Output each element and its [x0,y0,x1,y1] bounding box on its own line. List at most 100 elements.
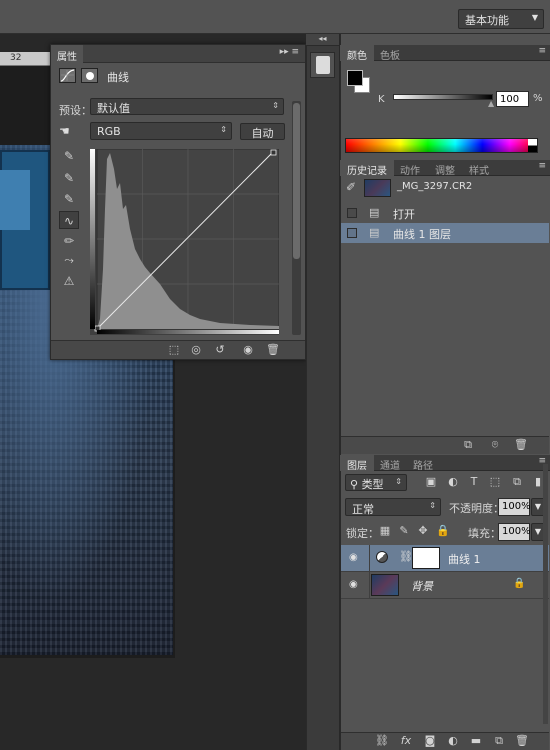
auto-button[interactable]: 自动 [240,123,285,140]
properties-scrollbar[interactable] [292,101,301,335]
tab-styles[interactable]: 样式 [462,160,496,177]
smart-object-filter-icon[interactable]: ⧉ [510,475,524,489]
k-channel-slider[interactable] [393,94,493,100]
blend-mode-select[interactable]: 正常 ⇕ [345,498,441,516]
adjustment-layer-filter-icon[interactable]: ◐ [446,475,460,489]
new-adjustment-layer-icon[interactable]: ◐ [444,734,462,749]
channel-select[interactable]: RGB ⇕ [90,122,232,140]
chevron-updown-icon: ⇕ [395,477,402,486]
pixel-layer-filter-icon[interactable]: ▣ [424,475,438,489]
gray-point-eyedropper-icon[interactable]: ✎ [59,169,79,187]
white-point-eyedropper-icon[interactable]: ✎ [59,190,79,208]
add-mask-icon[interactable]: ◙ [421,734,439,749]
layer-row-curves[interactable]: ◉ ⛓ 曲线 1 [341,545,549,572]
lock-icon: 🔒 [513,578,526,589]
layer-name[interactable]: 曲线 1 [448,551,481,567]
new-document-from-state-icon[interactable]: ⧉ [459,438,477,453]
search-icon: ⚲ [350,478,359,491]
smooth-curve-icon[interactable]: ⤳ [59,251,79,269]
curves-adjustment-icon[interactable] [59,68,76,83]
preset-label: 预设： [59,104,92,117]
visibility-eye-icon[interactable]: ◉ [239,343,257,358]
chevron-updown-icon: ⇕ [272,101,279,110]
history-checkbox[interactable] [347,208,357,218]
panel-menu-icon[interactable]: ≡ [538,161,546,171]
delete-trash-icon[interactable]: 🗑 [512,438,530,453]
preset-select[interactable]: 默认值 ⇕ [90,98,284,115]
snapshot-thumbnail[interactable] [364,179,391,197]
tab-channels[interactable]: 通道 [373,455,407,472]
input-gradient-bar [97,330,279,334]
history-item-label: 打开 [393,208,415,221]
slider-handle-icon[interactable]: ▲ [488,99,494,108]
panel-menu-icon[interactable]: ≡ [538,46,546,56]
type-layer-filter-icon[interactable]: T [467,475,481,489]
properties-dock-icon[interactable] [310,52,335,78]
lock-all-icon[interactable]: 🔒 [436,524,450,538]
lock-position-icon[interactable]: ✥ [417,524,429,538]
divider [369,545,370,572]
chevron-down-icon: ▼ [531,13,538,22]
layer-name[interactable]: 背景 [411,578,433,594]
view-previous-state-icon[interactable]: ◎ [187,343,205,358]
draw-curve-pencil-icon[interactable]: ✏ [59,232,79,250]
history-brush-icon[interactable]: ✐ [346,180,356,194]
tab-color[interactable]: 颜色 [340,45,374,62]
black-white-swatch[interactable] [528,139,537,152]
camera-snapshot-icon[interactable]: ⌾ [486,438,504,453]
fill-input[interactable]: 100% [498,523,531,541]
lock-transparent-pixels-icon[interactable]: ▦ [379,524,391,538]
clip-to-layer-icon[interactable]: ⬚ [165,343,183,358]
layer-mask-thumbnail[interactable] [412,547,440,569]
history-item[interactable]: ▤ 打开 [341,203,549,223]
layer-row-background[interactable]: ◉ 背景 🔒 [341,572,549,599]
layer-kind-filter[interactable]: ⚲ 类型 ⇕ [345,474,407,491]
curves-adjustment-icon[interactable] [376,551,388,563]
properties-tabbar: 属性 ▸▸ ≡ [51,45,305,63]
k-channel-input[interactable]: 100 [496,91,529,107]
history-footer: ⧉ ⌾ 🗑 [341,436,549,454]
edit-curve-points-icon[interactable]: ∿ [59,211,79,229]
link-layers-icon[interactable]: ⛓ [373,734,391,749]
link-chain-icon[interactable]: ⛓ [399,550,413,563]
layers-scrollbar[interactable] [543,464,548,724]
tab-swatches[interactable]: 色板 [373,45,407,62]
foreground-color-swatch[interactable] [347,70,363,86]
new-layer-icon[interactable]: ⧉ [490,734,508,749]
targeted-adjustment-hand-icon[interactable]: ☚ [59,124,79,140]
clipping-warning-icon[interactable]: ⚠ [59,272,79,290]
delete-trash-icon[interactable]: 🗑 [513,734,531,749]
tab-history[interactable]: 历史记录 [340,160,394,177]
new-group-folder-icon[interactable]: ▬ [467,734,485,749]
reset-icon[interactable]: ↺ [211,343,229,358]
preset-value: 默认值 [97,102,130,115]
history-panel-header: 历史记录 动作 调整 样式 ≡ [340,160,550,177]
channel-value: RGB [97,125,121,138]
horizontal-ruler: 32 [0,52,52,66]
expand-dock-icon[interactable]: ◂◂ [306,34,339,46]
delete-trash-icon[interactable]: 🗑 [264,343,282,358]
history-checkbox[interactable] [347,228,357,238]
tab-adjustments[interactable]: 调整 [428,160,462,177]
tab-layers[interactable]: 图层 [340,455,374,472]
snapshot-name[interactable]: _MG_3297.CR2 [397,181,472,192]
panel-menu-icon[interactable]: ▸▸ ≡ [280,47,299,57]
visibility-eye-icon[interactable]: ◉ [349,579,363,591]
opacity-input[interactable]: 100% [498,498,531,516]
tab-properties[interactable]: 属性 [51,45,83,63]
curves-graph[interactable] [90,149,279,335]
tab-actions[interactable]: 动作 [393,160,427,177]
layers-footer: ⛓ fx ◙ ◐ ▬ ⧉ 🗑 [341,732,549,750]
black-point-eyedropper-icon[interactable]: ✎ [59,147,79,165]
layer-mask-icon[interactable] [81,68,98,83]
tab-paths[interactable]: 路径 [406,455,440,472]
visibility-eye-icon[interactable]: ◉ [349,552,363,564]
shape-layer-filter-icon[interactable]: ⬚ [488,475,502,489]
document-icon: ▤ [369,226,380,239]
layer-thumbnail[interactable] [371,574,399,596]
color-spectrum-ramp[interactable] [345,138,538,153]
layer-style-fx-icon[interactable]: fx [397,734,415,749]
workspace-select[interactable]: 基本功能 ▼ [458,9,544,29]
history-item-selected[interactable]: ▤ 曲线 1 图层 [341,223,549,243]
lock-image-pixels-icon[interactable]: ✎ [398,524,410,538]
